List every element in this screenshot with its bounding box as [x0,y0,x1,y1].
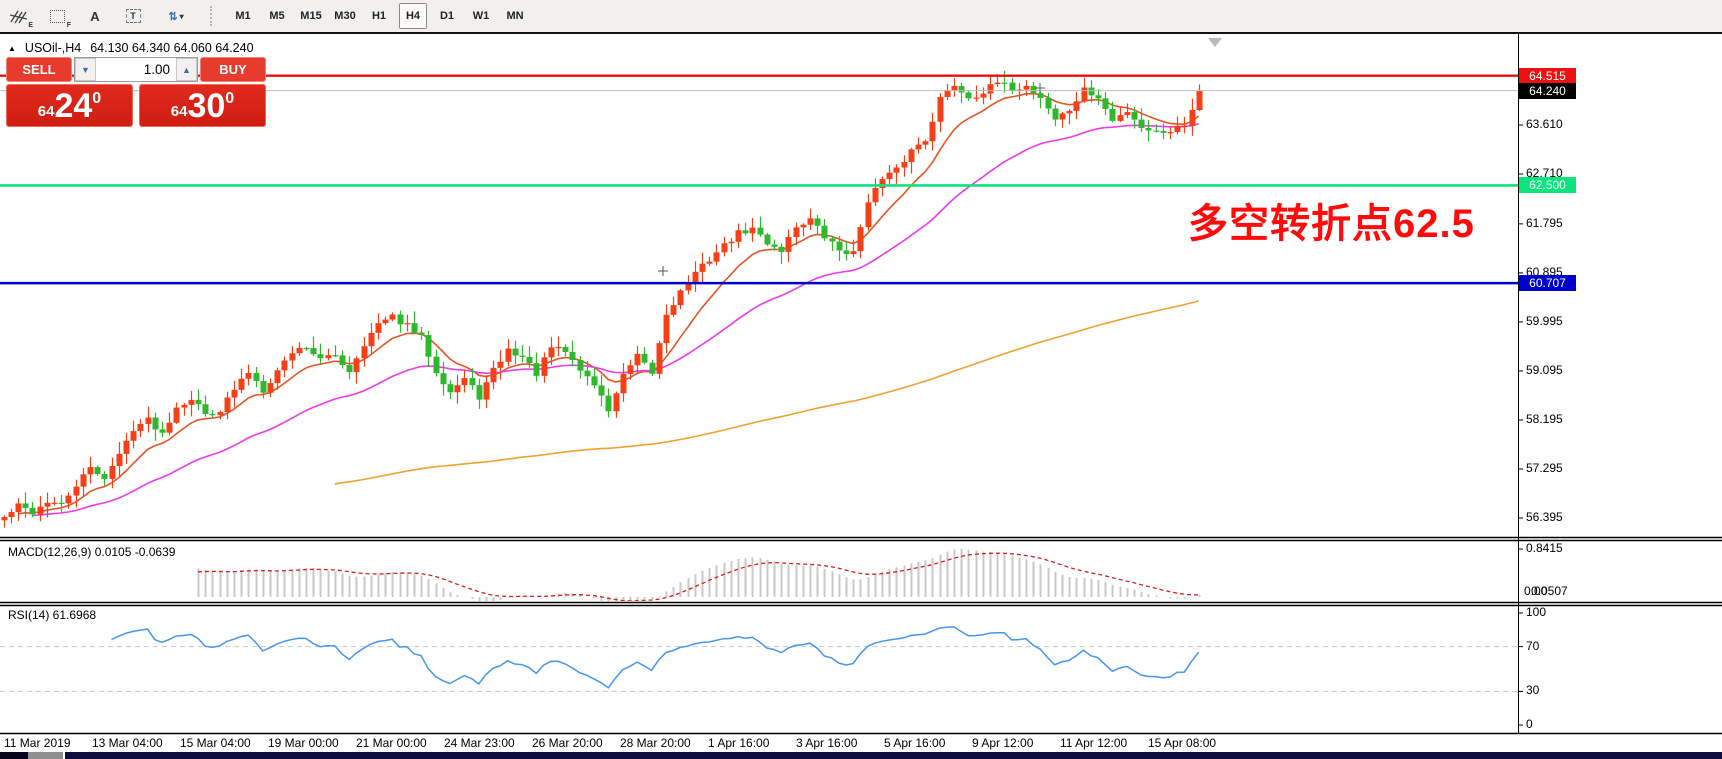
macd-label: MACD(12,26,9) 0.0105 -0.0639 [8,545,175,559]
timeframe-mn[interactable]: MN [501,3,529,29]
axis-tick-label: 59.995 [1526,314,1563,328]
axis-tick-label: 63.610 [1526,117,1563,131]
axis-tick-label: 0.8415 [1526,541,1563,555]
axis-tick-label: 70 [1526,639,1539,653]
buy-price-sup: 0 [225,90,234,108]
time-axis-label: 21 Mar 00:00 [356,736,427,750]
axis-tick-label: 58.195 [1526,412,1563,426]
text-tool-icon[interactable]: A [79,3,111,29]
letter-t-glyph: T [126,9,141,23]
chevron-down-icon: ▾ [180,12,184,21]
chart-shift-marker[interactable] [1208,38,1222,47]
axis-tick-label: 56.395 [1526,510,1563,524]
grid-glyph [50,10,65,23]
buy-price-prefix: 64 [171,103,188,120]
buy-button[interactable]: BUY [200,57,266,82]
textbox-tool-icon[interactable]: T [117,3,149,29]
volume-value[interactable]: 1.00 [96,58,176,81]
pattern-tool-icon[interactable]: E [3,3,35,29]
chart-annotation-text: 多空转折点62.5 [1188,191,1475,249]
volume-increase-button[interactable]: ▲ [176,58,197,81]
timeframe-m15[interactable]: M15 [297,3,325,29]
sort-tool-icon[interactable]: ⇅ ▾ [155,3,197,29]
time-axis-label: 5 Apr 16:00 [884,736,945,750]
time-axis-label: 11 Apr 12:00 [1060,736,1127,750]
letter-a-glyph: A [90,9,99,24]
toolbar-drag-handle[interactable] [210,6,218,26]
icon-sub-label: F [67,22,71,29]
symbol-period-label: USOil-,H4 [25,41,81,55]
time-axis-label: 3 Apr 16:00 [796,736,857,750]
hatch-icon [9,9,29,24]
arrows-glyph: ⇅ [168,10,177,23]
grid-tool-icon[interactable]: F [41,3,73,29]
horizontal-scrollbar[interactable] [0,752,1722,759]
time-axis-label: 1 Apr 16:00 [708,736,769,750]
axis-tick-label: 61.795 [1526,216,1563,230]
time-axis-label: 15 Apr 08:00 [1148,736,1216,750]
timeframe-h1[interactable]: H1 [365,3,393,29]
price-badge: 62.500 [1519,177,1576,193]
timeframe-m30[interactable]: M30 [331,3,359,29]
timeframe-m5[interactable]: M5 [263,3,291,29]
buy-price-big: 30 [187,88,225,124]
timeframe-h4[interactable]: H4 [399,3,427,29]
scrollbar-track-start [0,752,28,759]
collapse-triangle-icon[interactable]: ▲ [8,44,16,53]
time-axis-label: 9 Apr 12:00 [972,736,1033,750]
time-axis-label: 24 Mar 23:00 [444,736,515,750]
one-click-trading-panel: SELL ▼ 1.00 ▲ BUY 64 24 0 64 30 0 [6,57,266,127]
sell-price-box[interactable]: 64 24 0 [6,84,133,127]
axis-tick-label: 100 [1526,605,1546,619]
axis-tick-label: 59.095 [1526,363,1563,377]
time-axis-label: 26 Mar 20:00 [532,736,603,750]
volume-spinner: ▼ 1.00 ▲ [74,57,198,82]
time-axis-label: 11 Mar 2019 [4,736,71,750]
price-badge: 64.515 [1519,68,1576,84]
rsi-label: RSI(14) 61.6968 [8,608,96,622]
buy-price-box[interactable]: 64 30 0 [139,84,266,127]
mt4-window: E F A T ⇅ ▾ M1 M5 M15 M30 H1 H4 D1 W1 MN… [0,0,1722,759]
axis-tick-label: 57.295 [1526,461,1563,475]
timeframe-d1[interactable]: D1 [433,3,461,29]
sell-button[interactable]: SELL [6,57,72,82]
timeframe-w1[interactable]: W1 [467,3,495,29]
price-badge: 64.240 [1519,83,1576,99]
axis-tick-label: 0 [1526,717,1533,731]
volume-decrease-button[interactable]: ▼ [75,58,96,81]
sell-price-sup: 0 [92,90,101,108]
scrollbar-thumb[interactable] [28,752,65,759]
axis-tick-label: 30 [1526,683,1539,697]
time-axis-label: 19 Mar 00:00 [268,736,339,750]
time-axis-label: 28 Mar 20:00 [620,736,691,750]
time-axis-label: 13 Mar 04:00 [92,736,163,750]
price-badge: 60.707 [1519,275,1576,291]
sell-price-big: 24 [54,88,92,124]
axis-tick-label: 0.0507 [1531,584,1568,598]
sell-price-prefix: 64 [38,103,55,120]
timeframe-m1[interactable]: M1 [229,3,257,29]
time-axis-label: 15 Mar 04:00 [180,736,251,750]
chart-title: ▲ USOil-,H4 64.130 64.340 64.060 64.240 [8,41,254,55]
toolbar: E F A T ⇅ ▾ M1 M5 M15 M30 H1 H4 D1 W1 MN [0,0,1722,34]
ohlc-values: 64.130 64.340 64.060 64.240 [90,41,253,55]
icon-sub-label: E [28,22,33,29]
